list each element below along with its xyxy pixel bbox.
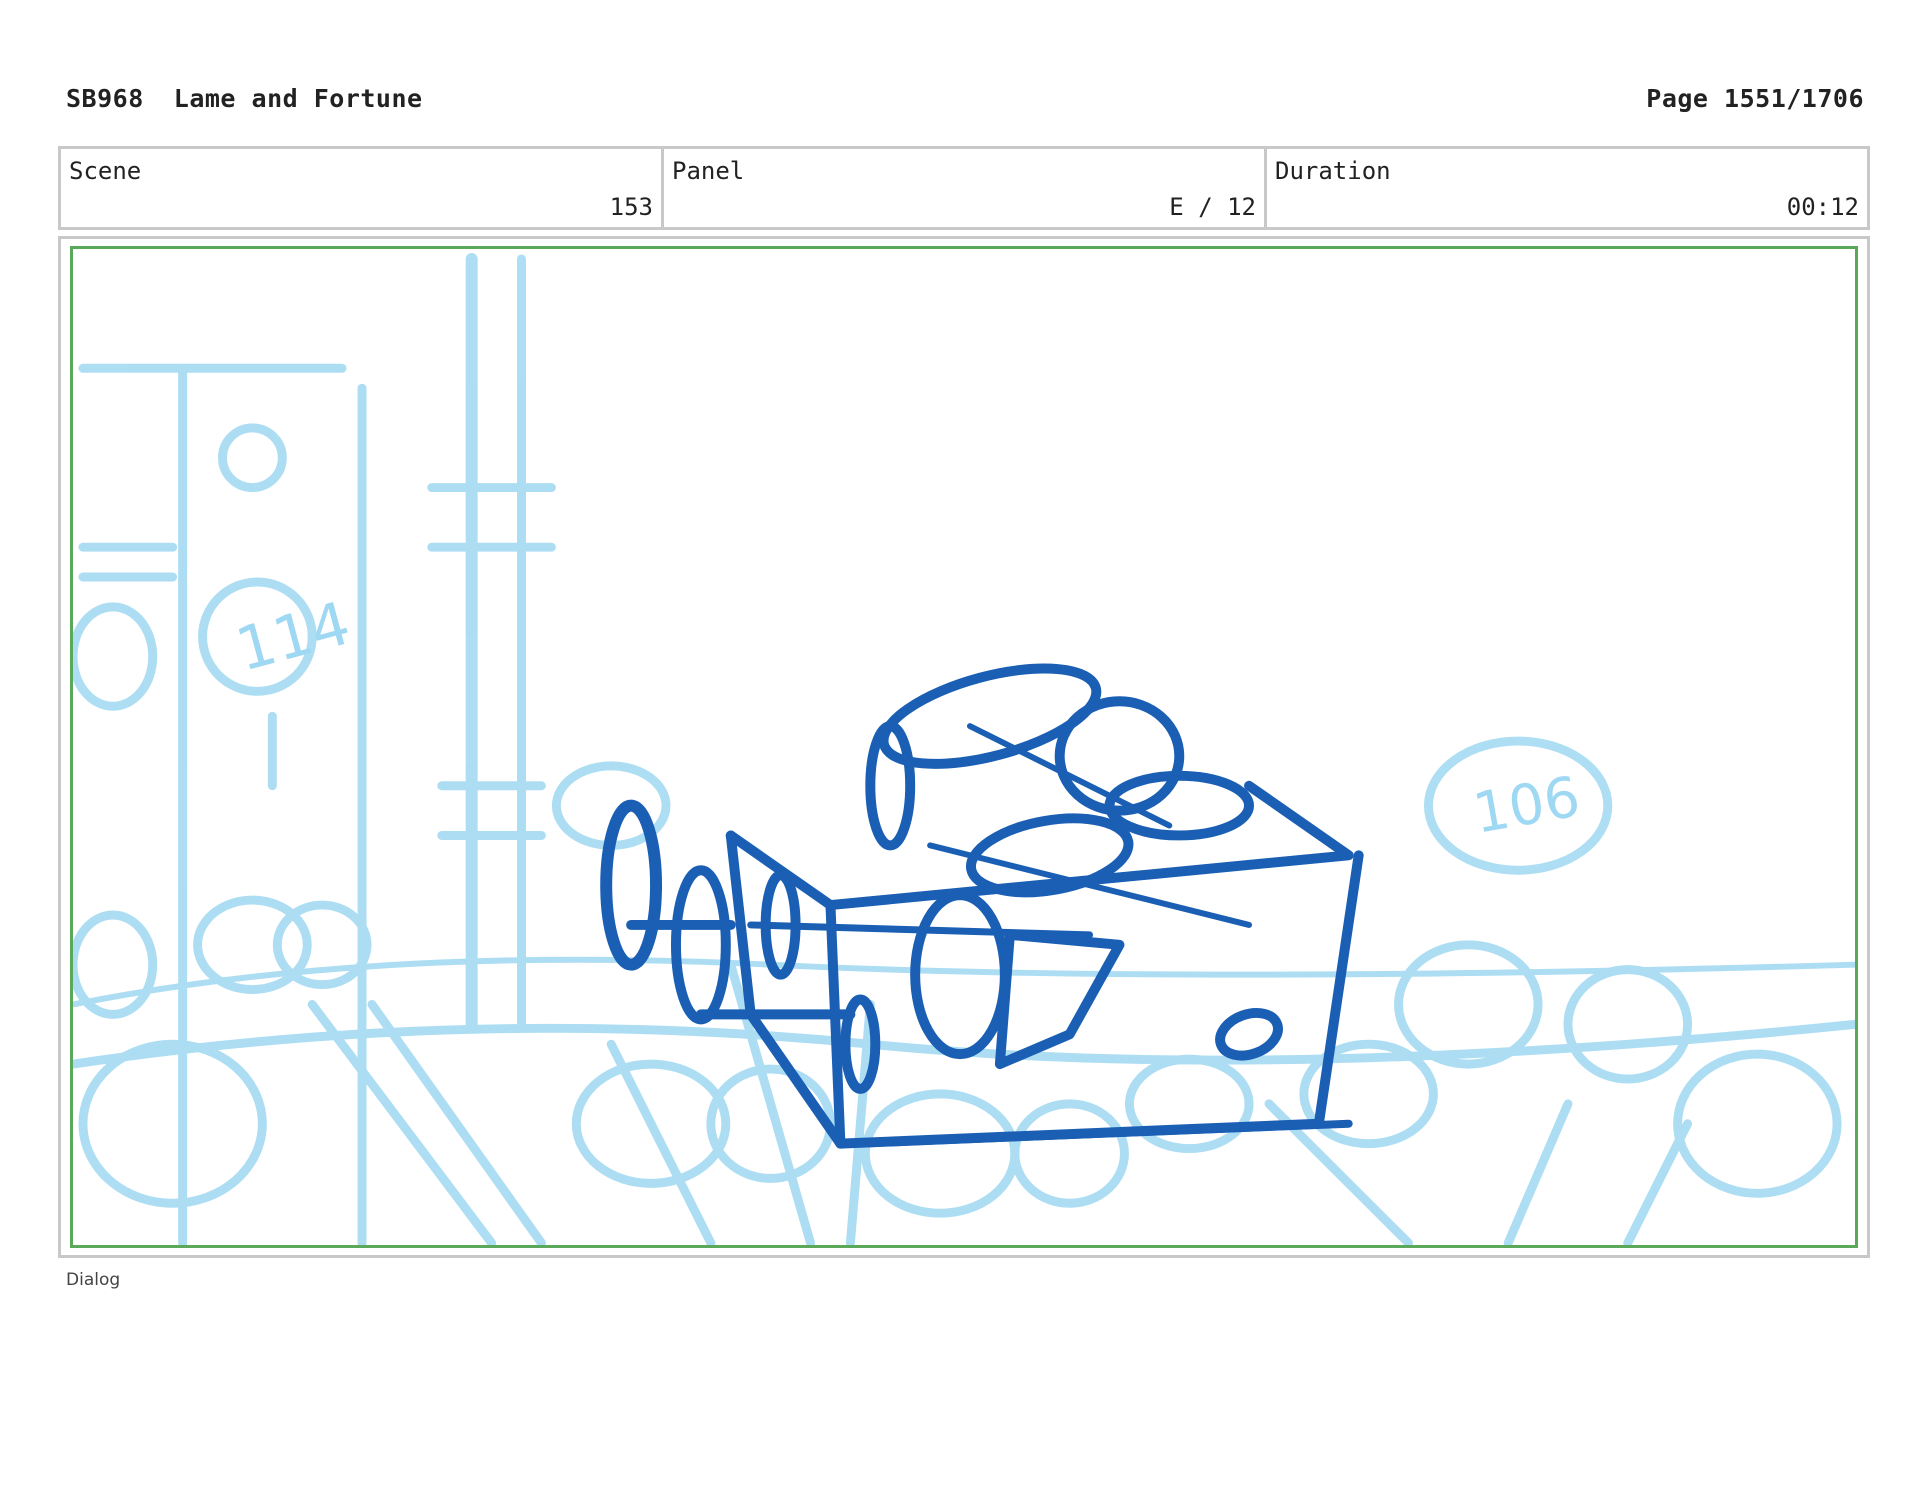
scene-info-table: Scene 153 Panel E / 12 Duration 00:12 <box>58 146 1870 230</box>
duration-cell: Duration 00:12 <box>1267 149 1867 227</box>
storyboard-header-left: SB968 Lame and Fortune <box>66 84 423 113</box>
scene-value: 153 <box>609 193 653 221</box>
episode-title: Lame and Fortune <box>173 84 423 113</box>
storyboard-panel-drawing: 114 106 <box>70 246 1858 1248</box>
scene-cell: Scene 153 <box>61 149 664 227</box>
seat-number-114: 114 <box>229 589 357 685</box>
seat-number-106: 106 <box>1469 764 1585 846</box>
background-sketch <box>73 252 1855 1245</box>
scene-label: Scene <box>69 157 142 185</box>
foreground-prop-sketch <box>600 663 1364 1149</box>
page-counter: Page 1551/1706 <box>1646 84 1864 113</box>
panel-cell: Panel E / 12 <box>664 149 1267 227</box>
episode-code: SB968 <box>66 84 144 113</box>
duration-label: Duration <box>1275 157 1391 185</box>
panel-value: E / 12 <box>1169 193 1256 221</box>
duration-value: 00:12 <box>1786 193 1859 221</box>
panel-label: Panel <box>672 157 745 185</box>
dialog-label: Dialog <box>66 1270 121 1290</box>
sketch-canvas: 114 106 <box>73 252 1855 1245</box>
